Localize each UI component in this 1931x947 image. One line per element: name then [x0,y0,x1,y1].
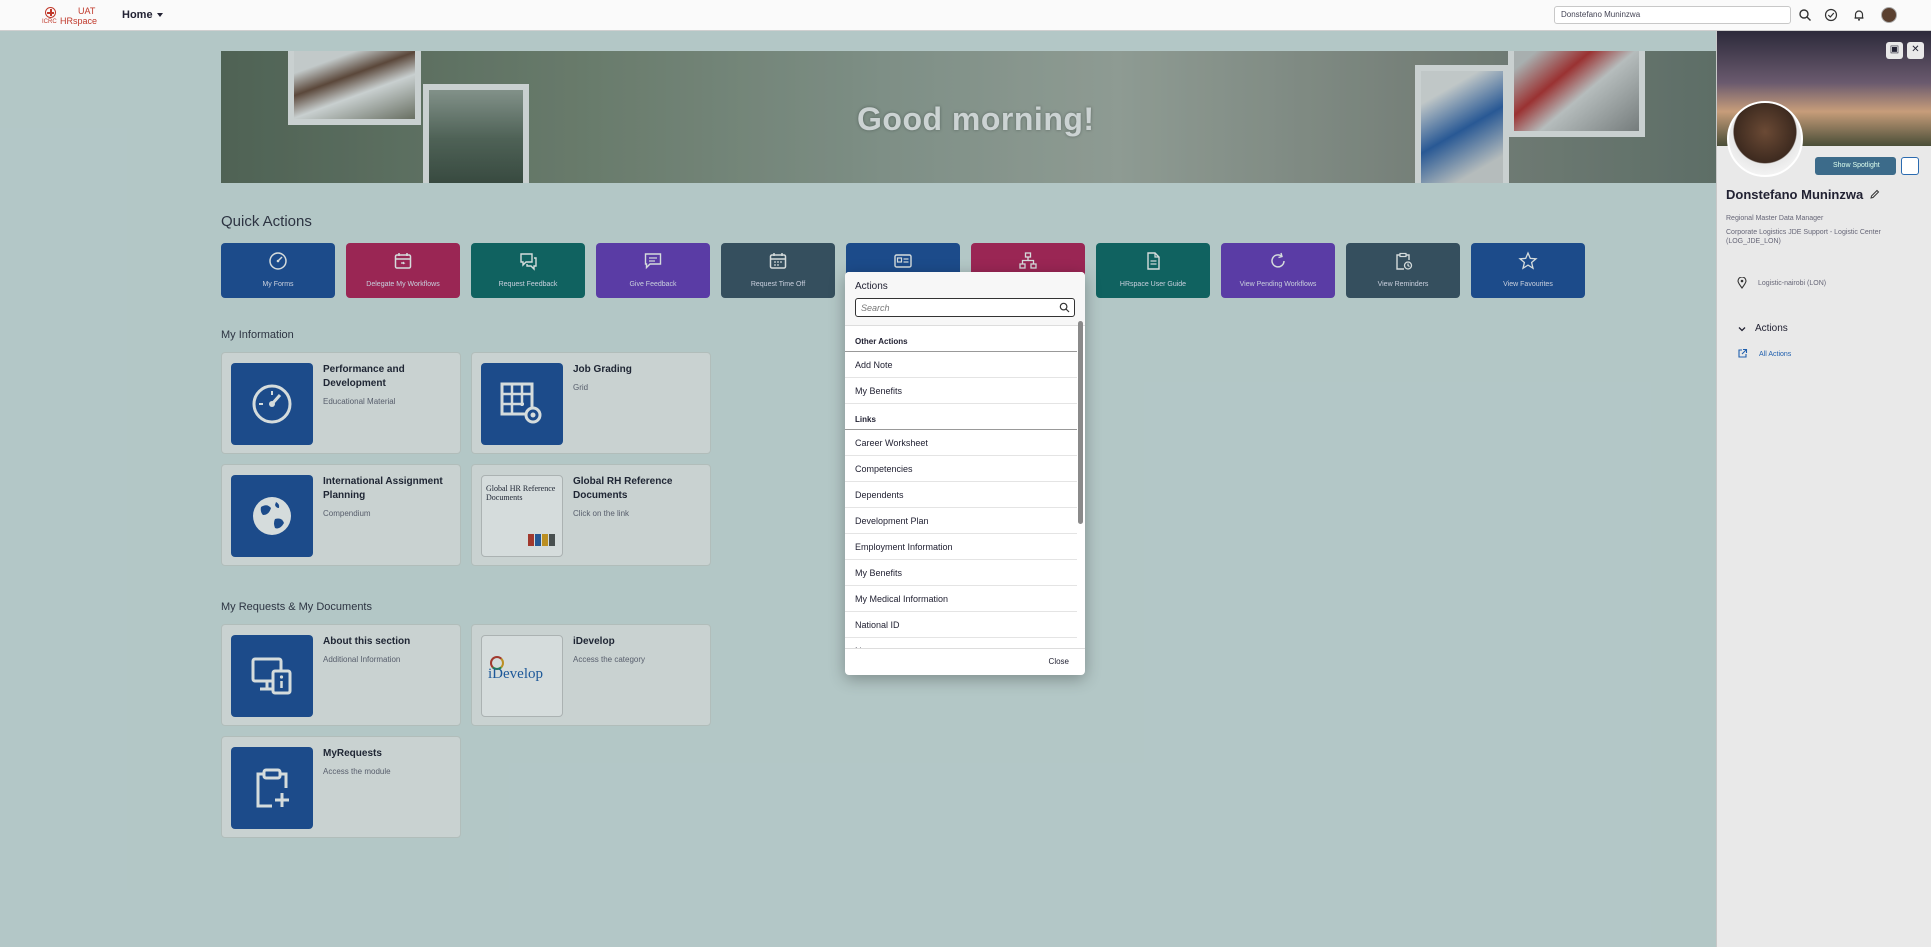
profile-department: Corporate Logistics JDE Support - Logist… [1726,229,1881,245]
link-item-my-benefits[interactable]: My Benefits [845,560,1077,586]
close-icon[interactable]: ✕ [1907,42,1924,59]
home-menu[interactable]: Home [122,9,163,21]
dialog-scrollbar[interactable] [1078,321,1083,524]
bell-icon[interactable] [1852,8,1866,22]
dialog-footer: Close [845,648,1085,675]
global-search-input[interactable]: Donstefano Muninzwa [1554,6,1791,24]
dialog-title: Actions [855,281,888,292]
actions-dialog: Actions Other Actions Add Note My Benefi… [845,272,1085,675]
profile-name: Donstefano Muninzwa [1726,187,1880,202]
show-spotlight-button[interactable]: Show Spotlight [1815,157,1896,175]
pencil-icon[interactable] [1869,189,1880,200]
camera-icon[interactable]: ▣ [1886,42,1903,59]
show-spotlight-label: Show Spotlight [1833,162,1880,169]
chevron-down-icon [1738,326,1746,331]
user-avatar-button[interactable] [1881,7,1897,23]
profile-location: Logistic-nairobi (LON) [1758,280,1827,287]
dialog-search-input[interactable] [855,298,1075,317]
link-item-notes[interactable]: Notes [845,638,1077,648]
all-actions-link[interactable]: All Actions [1759,351,1791,358]
check-circle-icon[interactable] [1824,8,1838,22]
link-item-dependents[interactable]: Dependents [845,482,1077,508]
link-item-employment-information[interactable]: Employment Information [845,534,1077,560]
group-header-other-actions: Other Actions [845,326,1077,352]
group-header-links: Links [845,404,1077,430]
link-item-development-plan[interactable]: Development Plan [845,508,1077,534]
red-cross-icon [45,7,56,18]
profile-avatar[interactable] [1727,101,1803,177]
hrspace-logo[interactable]: ICRC UAT HRspace [40,5,98,27]
external-link-icon [1738,348,1748,358]
chevron-down-icon [156,13,163,17]
logo-org: ICRC [42,19,57,25]
profile-role: Regional Master Data Manager [1726,215,1824,222]
dialog-action-list: Other Actions Add Note My Benefits Links… [845,326,1085,648]
home-menu-label: Home [122,9,153,21]
search-icon[interactable] [1798,8,1812,22]
link-item-career-worksheet[interactable]: Career Worksheet [845,430,1077,456]
logo-product: HRspace [60,16,98,26]
action-item-my-benefits[interactable]: My Benefits [845,378,1077,404]
link-item-my-medical-information[interactable]: My Medical Information [845,586,1077,612]
search-icon[interactable] [1059,302,1070,313]
actions-section-label: Actions [1755,323,1788,334]
org-chart-icon[interactable] [1901,157,1919,175]
logo-brand: UAT [78,6,96,16]
location-pin-icon [1737,277,1747,289]
top-bar: ICRC UAT HRspace Home Donstefano Muninzw… [0,0,1931,31]
profile-side-panel: ▣ ✕ Show Spotlight Donstefano Muninzwa R… [1716,31,1931,947]
link-item-competencies[interactable]: Competencies [845,456,1077,482]
link-item-national-id[interactable]: National ID [845,612,1077,638]
close-button[interactable]: Close [1049,657,1069,666]
dialog-header: Actions [845,272,1085,326]
profile-name-text: Donstefano Muninzwa [1726,187,1864,202]
action-item-add-note[interactable]: Add Note [845,352,1077,378]
actions-section-toggle[interactable]: Actions [1738,323,1788,334]
